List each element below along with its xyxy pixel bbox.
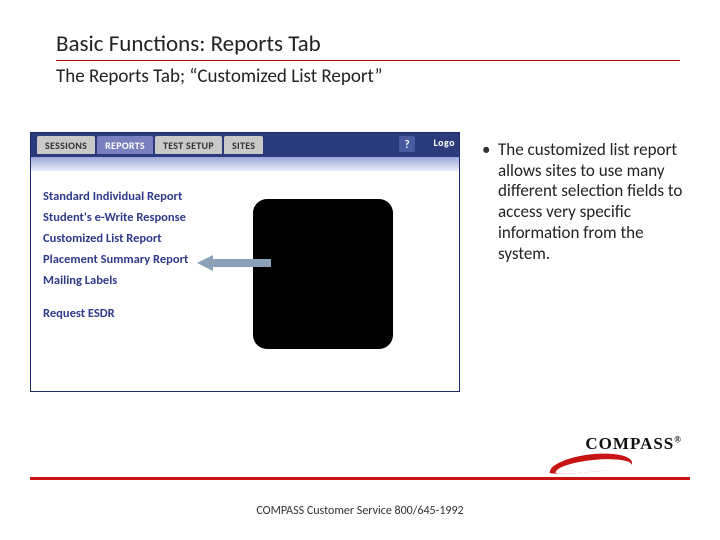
tab-reports[interactable]: REPORTS [97, 136, 153, 154]
slide-subtitle: The Reports Tab; “Customized List Report… [56, 65, 680, 88]
swoosh-icon [549, 451, 635, 476]
compass-logo: COMPASS® [552, 434, 682, 474]
registered-icon: ® [674, 434, 682, 444]
logo-text: COMPASS® [585, 434, 682, 454]
title-area: Basic Functions: Reports Tab The Reports… [56, 30, 680, 88]
logout-link[interactable]: Logo [434, 136, 455, 149]
tab-bar: SESSIONS REPORTS TEST SETUP SITES ? Logo [31, 133, 459, 157]
reports-panel: Standard Individual Report Student's e-W… [31, 171, 459, 391]
tab-test-setup[interactable]: TEST SETUP [155, 136, 222, 154]
sub-bar [31, 157, 459, 171]
tab-sessions[interactable]: SESSIONS [37, 136, 95, 154]
slide-title: Basic Functions: Reports Tab [56, 30, 680, 61]
bullet-area: The customized list report allows sites … [482, 140, 688, 264]
bullet-item: The customized list report allows sites … [482, 140, 688, 264]
bullet-list: The customized list report allows sites … [482, 140, 688, 264]
tab-sites[interactable]: SITES [224, 136, 263, 154]
embedded-screenshot: SESSIONS REPORTS TEST SETUP SITES ? Logo… [30, 132, 460, 392]
logo-word: COMPASS [585, 434, 674, 453]
slide: Basic Functions: Reports Tab The Reports… [0, 0, 720, 540]
footer-text: COMPASS Customer Service 800/645-1992 [0, 504, 720, 518]
pointer-arrow-icon [197, 255, 271, 271]
preview-box [253, 199, 393, 349]
divider-rule [30, 477, 690, 480]
help-icon[interactable]: ? [399, 136, 415, 152]
